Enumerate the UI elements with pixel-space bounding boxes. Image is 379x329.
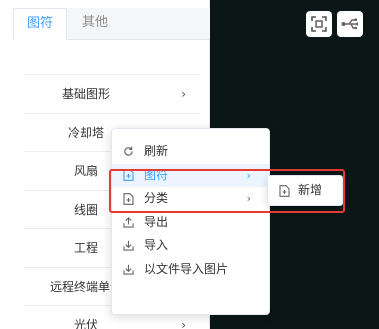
chevron-right-icon: › — [246, 168, 251, 182]
submenu-item-add[interactable]: 新增 — [268, 176, 342, 205]
menu-item-symbols[interactable]: 图符 › — [112, 163, 269, 188]
import-icon — [121, 234, 135, 258]
menu-item-category[interactable]: 分类 › — [112, 187, 269, 211]
fit-screen-button[interactable] — [306, 11, 332, 37]
list-item[interactable]: 基础图形 › — [24, 74, 200, 113]
fit-screen-icon — [311, 16, 327, 32]
menu-item-label: 导出 — [144, 214, 169, 229]
submenu-item-label: 新增 — [298, 183, 323, 197]
chevron-right-icon: › — [181, 87, 186, 101]
file-add-icon — [121, 164, 135, 188]
tab-symbols[interactable]: 图符 — [13, 8, 67, 40]
menu-item-label: 图符 — [144, 167, 169, 182]
file-add-icon — [277, 176, 291, 205]
menu-item-import-image-file[interactable]: 以文件导入图片 — [112, 258, 269, 282]
menu-item-label: 刷新 — [144, 144, 169, 158]
panel-tabs: 图符 其他 — [13, 8, 210, 40]
menu-item-label: 导入 — [144, 238, 169, 252]
usb-icon — [341, 18, 358, 30]
file-add-icon — [121, 187, 135, 211]
chevron-right-icon: › — [246, 192, 251, 205]
symbols-submenu: 新增 — [267, 175, 343, 206]
menu-item-label: 以文件导入图片 — [144, 261, 229, 276]
context-menu: 刷新 图符 › 分类 › 导出 导入 以文件导入图片 — [111, 128, 270, 315]
menu-item-export[interactable]: 导出 — [112, 211, 269, 235]
export-icon — [121, 211, 135, 235]
menu-item-refresh[interactable]: 刷新 — [112, 140, 269, 164]
refresh-icon — [121, 140, 135, 164]
import-icon — [121, 258, 135, 282]
usb-button[interactable] — [337, 11, 363, 37]
menu-item-label: 分类 — [144, 191, 169, 205]
menu-item-import[interactable]: 导入 — [112, 234, 269, 258]
tab-other[interactable]: 其他 — [73, 8, 117, 40]
list-item-label: 基础图形 — [61, 87, 110, 101]
